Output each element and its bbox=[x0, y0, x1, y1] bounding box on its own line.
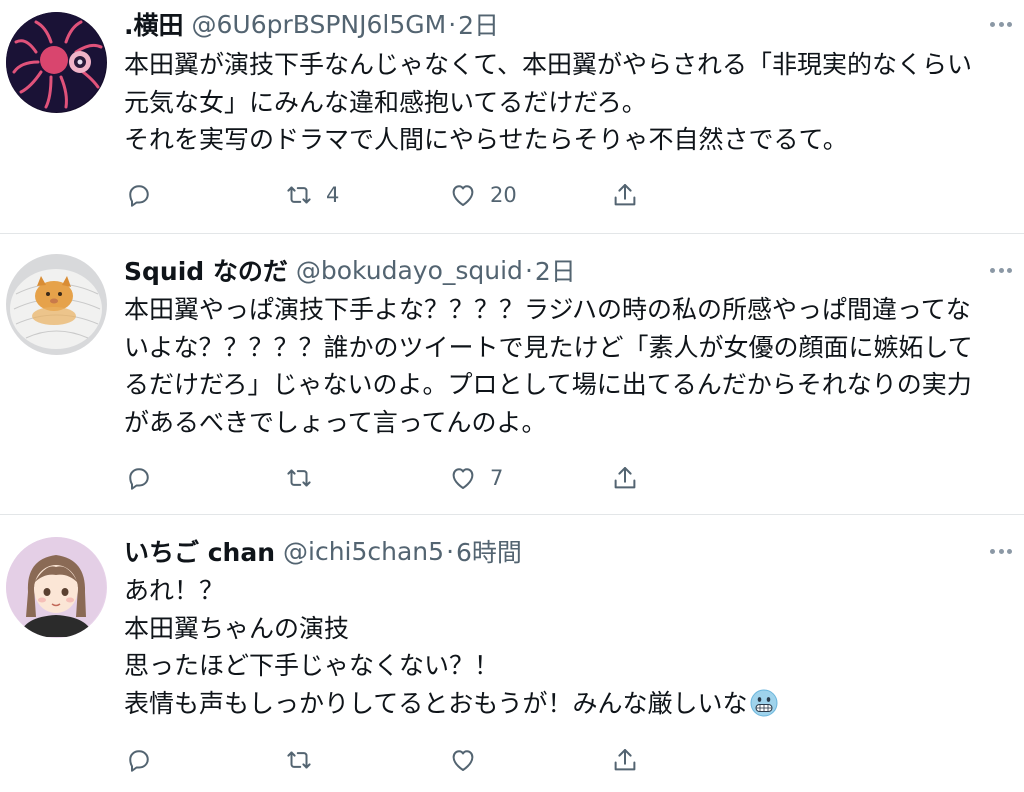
tweet-text-line-last: 表情も声もしっかりしてるとおもうが！みんな厳しいな bbox=[124, 685, 1004, 723]
retweet-icon bbox=[287, 751, 311, 769]
reply-icon bbox=[129, 185, 149, 207]
tweet-text: あれ！？ 本田翼ちゃんの演技 思ったほど下手じゃなくない？！ 表情も声もしっかり… bbox=[124, 572, 1004, 722]
tweet-text-line: 本田翼やっぱ演技下手よな？？？？ラジハの時の私の所感やっぱ間違ってな bbox=[124, 295, 971, 324]
like-button[interactable]: 7 bbox=[448, 460, 503, 496]
display-name[interactable]: .横田 bbox=[124, 6, 184, 42]
like-count: 7 bbox=[490, 466, 504, 490]
retweet-count: 4 bbox=[326, 183, 340, 207]
user-handle[interactable]: @6U6prBSPNJ6l5GM bbox=[192, 10, 447, 39]
tweet-actions: 7 bbox=[124, 460, 644, 496]
tweet-1[interactable]: .横田 @6U6prBSPNJ6l5GM · 2日 本田翼が演技下手なんじゃなく… bbox=[0, 0, 1024, 233]
separator-dot: · bbox=[524, 255, 533, 285]
tweet-text-line: いよな？？？？？誰かのツイートで見たけど「素人が女優の顔面に嫉妬して bbox=[124, 332, 973, 362]
like-button[interactable] bbox=[448, 742, 490, 778]
share-icon bbox=[614, 749, 636, 771]
tweet-actions: 4 20 bbox=[124, 177, 644, 213]
tweet-text-line: それを実写のドラマで人間にやらせたらそりゃ不自然さでるて。 bbox=[124, 125, 848, 154]
like-icon bbox=[452, 750, 474, 771]
share-button[interactable] bbox=[610, 460, 640, 496]
avatar-ichigo[interactable] bbox=[6, 537, 107, 638]
reply-button[interactable] bbox=[124, 177, 154, 213]
share-button[interactable] bbox=[610, 742, 640, 778]
like-icon bbox=[452, 468, 474, 489]
retweet-button[interactable] bbox=[284, 460, 326, 496]
tweet-text-line: あれ！？ bbox=[124, 576, 225, 605]
retweet-button[interactable] bbox=[284, 742, 326, 778]
retweet-icon bbox=[287, 186, 311, 204]
more-icon[interactable] bbox=[990, 18, 1012, 30]
user-handle[interactable]: @ichi5chan5 bbox=[283, 537, 444, 566]
tweet-header: いちご chan @ichi5chan5 · 6時間 bbox=[124, 533, 522, 569]
tweet-text-line: るだけだろ」じゃないのよ。プロとして場に出てるんだからそれなりの実力 bbox=[124, 370, 972, 399]
timestamp[interactable]: 2日 bbox=[458, 6, 499, 42]
separator-dot: · bbox=[446, 536, 455, 566]
share-icon bbox=[614, 467, 636, 489]
user-handle[interactable]: @bokudayo_squid bbox=[296, 256, 523, 285]
timestamp[interactable]: 6時間 bbox=[456, 533, 522, 569]
separator-dot: · bbox=[448, 9, 457, 39]
avatar-yokota[interactable] bbox=[6, 12, 107, 113]
more-icon[interactable] bbox=[990, 545, 1012, 557]
retweet-button[interactable]: 4 bbox=[284, 177, 339, 213]
tweet-text-line: 思ったほど下手じゃなくない？！ bbox=[124, 651, 500, 680]
tweet-header: Squid なのだ @bokudayo_squid · 2日 bbox=[124, 252, 576, 288]
like-button[interactable]: 20 bbox=[448, 177, 517, 213]
reply-icon bbox=[129, 750, 149, 772]
share-icon bbox=[614, 184, 636, 206]
tweet-text-line: 本田翼が演技下手なんじゃなくて、本田翼がやらされる「非現実的なくらい bbox=[124, 50, 973, 79]
like-icon bbox=[452, 185, 474, 206]
tweet-header: .横田 @6U6prBSPNJ6l5GM · 2日 bbox=[124, 6, 499, 42]
like-count: 20 bbox=[490, 183, 517, 207]
tweet-text-segment: 表情も声もしっかりしてるとおもうが！みんな厳しいな bbox=[124, 688, 748, 718]
reply-icon bbox=[129, 468, 149, 490]
tweet-text: 本田翼やっぱ演技下手よな？？？？ラジハの時の私の所感やっぱ間違ってな いよな？？… bbox=[124, 291, 1004, 441]
timestamp[interactable]: 2日 bbox=[535, 252, 576, 288]
more-icon[interactable] bbox=[990, 264, 1012, 276]
grimacing-face-emoji bbox=[750, 689, 778, 716]
display-name[interactable]: いちご chan bbox=[124, 533, 275, 569]
tweet-3[interactable]: いちご chan @ichi5chan5 · 6時間 あれ！？ 本田翼ちゃんの演… bbox=[0, 515, 1024, 792]
tweet-text-line: 本田翼ちゃんの演技 bbox=[124, 613, 350, 643]
reply-button[interactable] bbox=[124, 460, 154, 496]
tweet-actions bbox=[124, 742, 644, 778]
tweet-2[interactable]: Squid なのだ @bokudayo_squid · 2日 本田翼やっぱ演技下… bbox=[0, 234, 1024, 514]
display-name[interactable]: Squid なのだ bbox=[124, 252, 288, 288]
avatar-squid[interactable] bbox=[6, 254, 107, 355]
tweet-text: 本田翼が演技下手なんじゃなくて、本田翼がやらされる「非現実的なくらい 元気な女」… bbox=[124, 46, 1004, 159]
retweet-icon bbox=[287, 469, 311, 487]
tweet-text-line: 元気な女」にみんな違和感抱いてるだけだろ。 bbox=[124, 87, 647, 117]
reply-button[interactable] bbox=[124, 742, 154, 778]
share-button[interactable] bbox=[610, 177, 640, 213]
tweet-text-line: があるべきでしょって言ってんのよ。 bbox=[124, 407, 547, 437]
